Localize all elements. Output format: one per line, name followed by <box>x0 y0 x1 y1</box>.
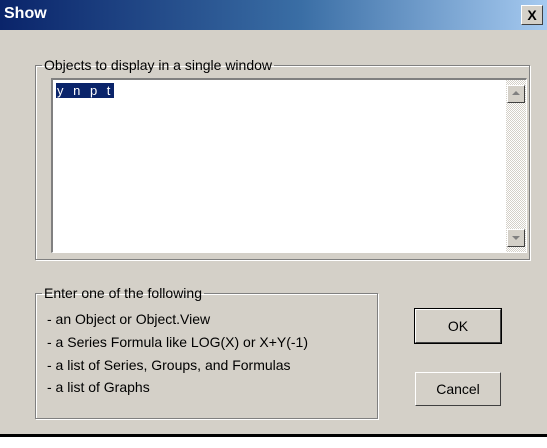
help-group-label: Enter one of the following <box>44 285 202 301</box>
scroll-up-button[interactable] <box>507 85 525 103</box>
cancel-button[interactable]: Cancel <box>415 372 501 406</box>
window-title: Show <box>4 5 47 22</box>
help-line: - a list of Series, Groups, and Formulas <box>47 357 291 373</box>
help-line: - a list of Graphs <box>47 379 150 395</box>
help-groupbox: Enter one of the following <box>35 285 378 419</box>
close-button[interactable]: X <box>521 5 543 25</box>
vertical-scrollbar[interactable] <box>506 80 526 252</box>
close-icon: X <box>527 7 537 23</box>
scroll-down-arrow-icon <box>512 236 520 240</box>
bottom-edge <box>0 434 547 437</box>
title-bar[interactable]: Show X <box>0 0 547 30</box>
show-dialog: Show X Objects to display in a single wi… <box>0 0 547 434</box>
objects-group-label: Objects to display in a single window <box>44 57 273 73</box>
scroll-up-arrow-icon <box>512 91 520 95</box>
ok-button[interactable]: OK <box>414 308 502 344</box>
objects-textarea[interactable]: y n p t <box>51 78 527 253</box>
help-line: - a Series Formula like LOG(X) or X+Y(-1… <box>47 334 309 350</box>
objects-textarea-value: y n p t <box>56 83 115 98</box>
scroll-down-button[interactable] <box>507 229 525 247</box>
help-line: - an Object or Object.View <box>47 311 211 327</box>
